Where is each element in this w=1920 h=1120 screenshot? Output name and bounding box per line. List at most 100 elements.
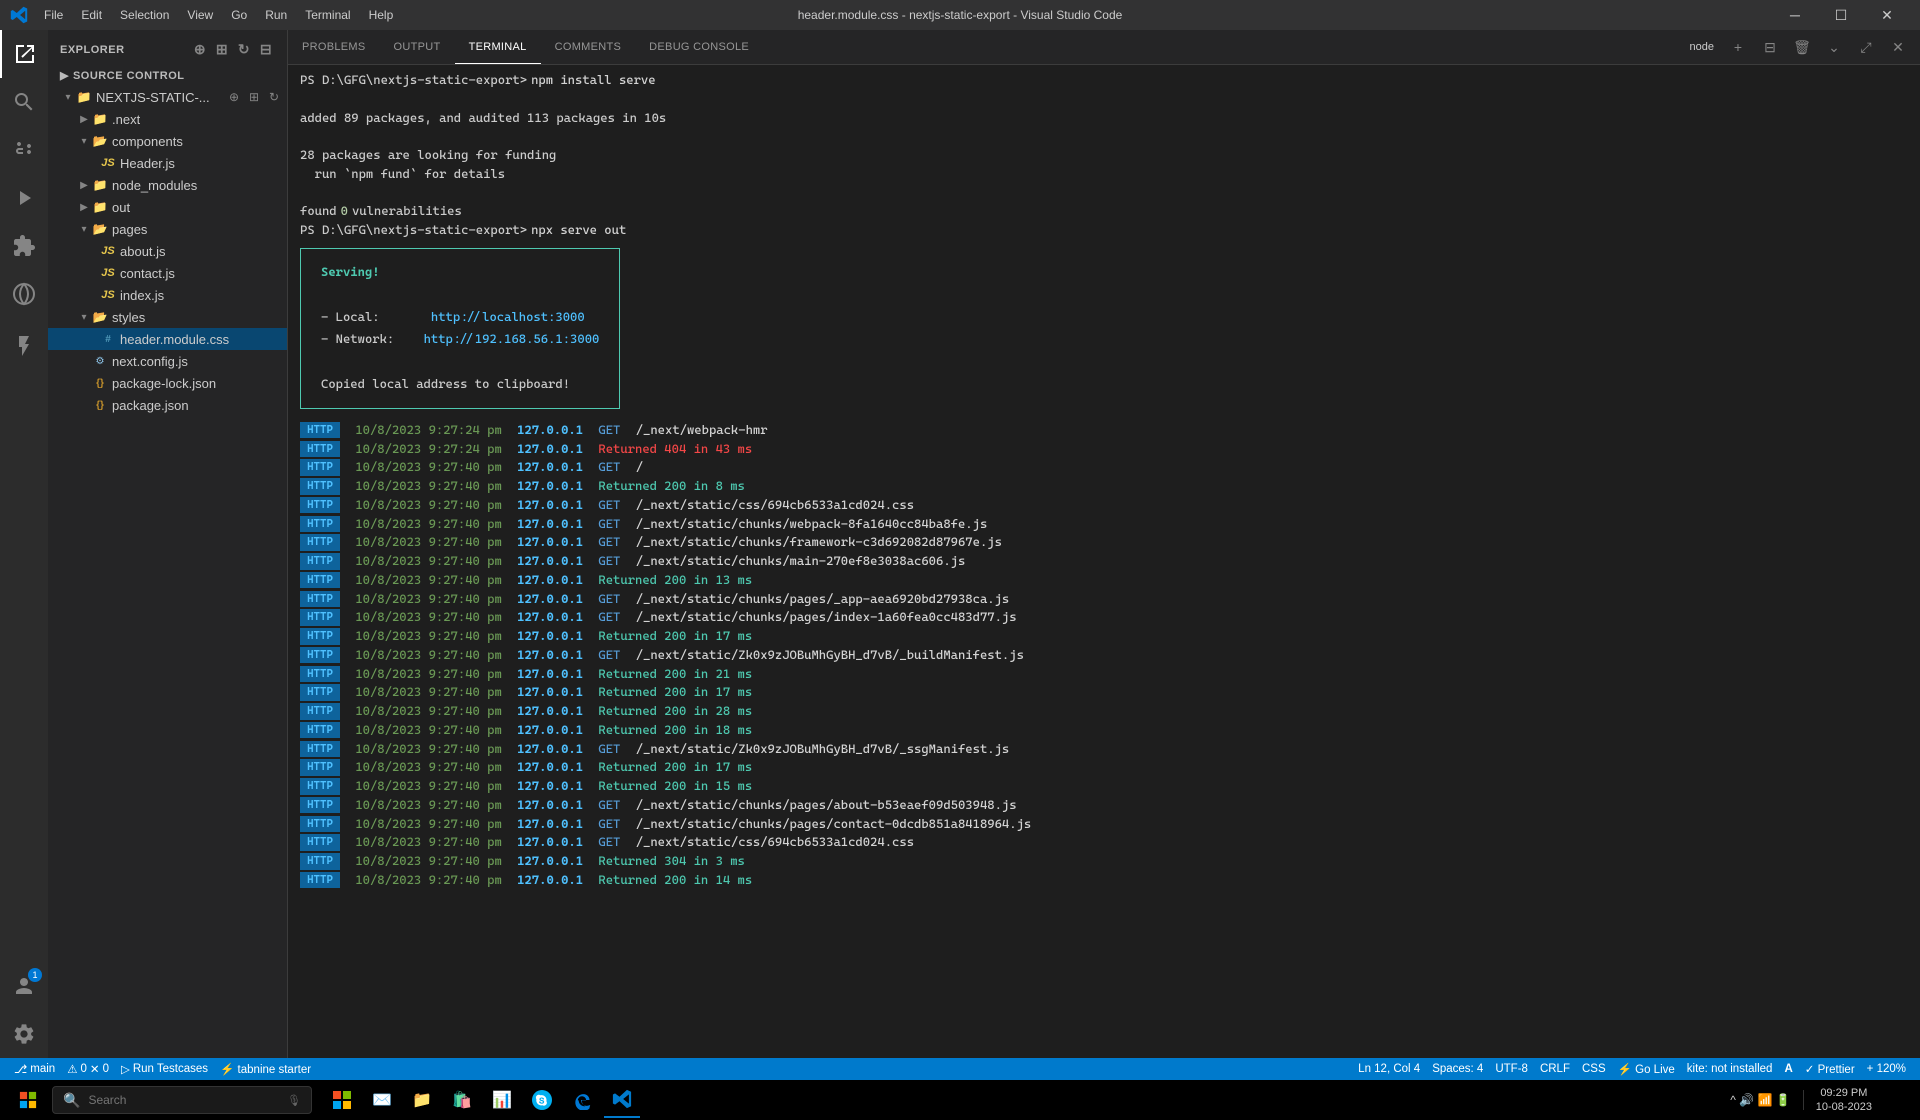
status-spaces[interactable]: Spaces: 4 [1426,1058,1489,1080]
menu-run[interactable]: Run [257,6,295,24]
status-zoom[interactable]: + 120% [1861,1058,1912,1080]
window-title: header.module.css - nextjs-static-export… [798,8,1123,22]
tree-item-contactjs[interactable]: JS contact.js [48,262,287,284]
status-run-testcases[interactable]: ▷ Run Testcases [115,1058,214,1080]
nodemodules-arrow: ▶ [76,180,92,191]
new-file-icon[interactable]: ⊕ [191,41,209,59]
tree-item-nextconfig[interactable]: ▶ ⚙ next.config.js [48,350,287,372]
tab-problems[interactable]: PROBLEMS [288,30,380,64]
tab-output[interactable]: OUTPUT [380,30,455,64]
minimize-button[interactable]: ─ [1772,0,1818,30]
menu-edit[interactable]: Edit [73,6,110,24]
terminal-split-icon[interactable]: ⊟ [1756,33,1784,61]
sidebar-header-actions[interactable]: ⊕ ⊞ ↻ ⊟ [191,41,275,59]
pages-arrow: ▾ [76,224,92,235]
status-branch[interactable]: ⎇ main [8,1058,61,1080]
http-line-6: HTTP 10/8/2023 9:27:40 pm 127.0.0.1 GET … [300,515,1908,534]
terminal-add-icon[interactable]: + [1724,33,1752,61]
taskbar-files[interactable]: 📁 [404,1082,440,1118]
taskbar-edge[interactable] [564,1082,600,1118]
http-line-9: HTTP 10/8/2023 9:27:40 pm 127.0.0.1 Retu… [300,571,1908,590]
taskbar-search-input[interactable] [88,1093,279,1107]
activity-item-remote[interactable] [0,270,48,318]
status-golive[interactable]: ⚡ Go Live [1612,1058,1681,1080]
panel-tab-actions[interactable]: node + ⊟ 🗑 ⌄ ⤢ ✕ [1684,30,1920,64]
activity-item-run[interactable] [0,174,48,222]
terminal-content[interactable]: PS D:\GFG\nextjs-static-export> npm inst… [288,65,1920,1058]
status-encoding[interactable]: UTF-8 [1489,1058,1534,1080]
tree-item-pkg[interactable]: ▶ {} package.json [48,394,287,416]
status-kite[interactable]: kite: not installed [1681,1058,1779,1080]
taskbar-explorer[interactable] [324,1082,360,1118]
menu-selection[interactable]: Selection [112,6,177,24]
tree-item-nodemodules[interactable]: ▶ 📁 node_modules [48,174,287,196]
titlebar-menu[interactable]: File Edit Selection View Go Run Terminal… [36,6,401,24]
new-folder-icon-tree[interactable]: ⊞ [245,88,263,106]
out-label: out [112,200,130,215]
status-errors[interactable]: ⚠ 0 ✕ 0 [61,1058,115,1080]
taskbar-right: ^ 🔊 📶 🔋 09:29 PM 10-08-2023 [1722,1080,1912,1120]
tree-item-components[interactable]: ▾ 📂 components [48,130,287,152]
activity-item-source-control[interactable] [0,126,48,174]
activity-item-extensions[interactable] [0,222,48,270]
menu-view[interactable]: View [179,6,221,24]
taskbar-photos[interactable]: 📊 [484,1082,520,1118]
menu-terminal[interactable]: Terminal [297,6,358,24]
start-button[interactable] [8,1080,48,1120]
terminal-expand-icon[interactable]: ⤢ [1852,33,1880,61]
activity-item-settings[interactable] [0,1010,48,1058]
tree-item-styles[interactable]: ▾ 📂 styles [48,306,287,328]
tree-item-headerjs[interactable]: JS Header.js [48,152,287,174]
status-tabnine[interactable]: ⚡ tabnine starter [214,1058,317,1080]
tree-item-headercss[interactable]: # header.module.css [48,328,287,350]
menu-file[interactable]: File [36,6,71,24]
show-desktop-button[interactable] [1884,1080,1912,1120]
refresh-icon-tree[interactable]: ↻ [265,88,283,106]
tree-item-indexjs[interactable]: JS index.js [48,284,287,306]
status-language[interactable]: CSS [1576,1058,1612,1080]
taskbar-skype[interactable] [524,1082,560,1118]
headercss-icon: # [100,331,116,347]
tree-item-aboutjs[interactable]: JS about.js [48,240,287,262]
tab-terminal[interactable]: TERMINAL [455,30,541,64]
refresh-icon[interactable]: ↻ [235,41,253,59]
maximize-button[interactable]: ☐ [1818,0,1864,30]
tree-item-next[interactable]: ▶ 📁 .next [48,108,287,130]
taskbar-vscode[interactable] [604,1082,640,1118]
system-tray[interactable]: ^ 🔊 📶 🔋 [1722,1093,1798,1107]
tab-debug-console[interactable]: DEBUG CONSOLE [635,30,763,64]
terminal-trash-icon[interactable]: 🗑 [1788,33,1816,61]
tree-item-pages[interactable]: ▾ 📂 pages [48,218,287,240]
terminal-more-icon[interactable]: ⌄ [1820,33,1848,61]
repo-root[interactable]: ▾ 📁 NEXTJS-STATIC-... ⊕ ⊞ ↻ [48,86,287,108]
activity-item-explorer[interactable] [0,30,48,78]
close-button[interactable]: ✕ [1864,0,1910,30]
terminal-close-icon[interactable]: ✕ [1884,33,1912,61]
collapse-icon[interactable]: ⊟ [257,41,275,59]
menu-help[interactable]: Help [361,6,402,24]
close-icon-status: ✕ [90,1062,100,1076]
http-line-16: HTTP 10/8/2023 9:27:40 pm 127.0.0.1 Retu… [300,702,1908,721]
status-eol[interactable]: CRLF [1534,1058,1576,1080]
new-folder-icon[interactable]: ⊞ [213,41,231,59]
tab-comments[interactable]: COMMENTS [541,30,636,64]
activity-item-accounts[interactable]: 1 [0,962,48,1010]
tray-icons[interactable]: ^ 🔊 📶 🔋 [1730,1093,1790,1107]
menu-go[interactable]: Go [223,6,255,24]
status-prettier[interactable]: ✓ Prettier [1799,1058,1861,1080]
taskbar-search-bar[interactable]: 🔍 🎙 [52,1086,312,1114]
source-control-section[interactable]: ▶ SOURCE CONTROL [48,65,287,86]
term-line-npm-install: PS D:\GFG\nextjs-static-export> npm inst… [300,71,1908,90]
taskbar-mail[interactable]: ✉️ [364,1082,400,1118]
taskbar-clock[interactable]: 09:29 PM 10-08-2023 [1808,1086,1880,1115]
taskbar-store[interactable]: 🛍️ [444,1082,480,1118]
status-font[interactable]: A [1778,1058,1798,1080]
tree-item-pkglock[interactable]: ▶ {} package-lock.json [48,372,287,394]
sidebar-title: EXPLORER [60,44,125,56]
tree-item-out[interactable]: ▶ 📁 out [48,196,287,218]
activity-item-flash[interactable] [0,322,48,370]
window-controls[interactable]: ─ ☐ ✕ [1772,0,1910,30]
status-line-col[interactable]: Ln 12, Col 4 [1352,1058,1426,1080]
new-file-icon-tree[interactable]: ⊕ [225,88,243,106]
activity-item-search[interactable] [0,78,48,126]
